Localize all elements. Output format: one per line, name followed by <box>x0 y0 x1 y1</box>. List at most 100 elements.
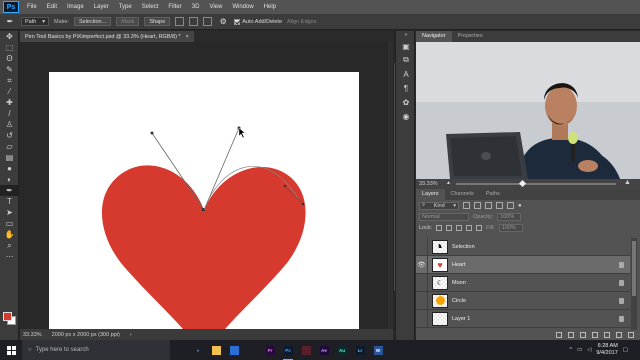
chrome-icon[interactable] <box>244 340 260 360</box>
marquee-tool-icon[interactable]: ⬚ <box>0 42 19 53</box>
path-mode-select[interactable]: Path ▾ <box>21 17 49 26</box>
tab-paths[interactable]: Paths <box>480 189 506 200</box>
menu-view[interactable]: View <box>204 0 227 14</box>
quick-select-icon[interactable]: ✎ <box>0 64 19 75</box>
edge-icon[interactable]: e <box>190 340 206 360</box>
history-brush-icon[interactable]: ↺ <box>0 130 19 141</box>
make-shape-button[interactable]: Shape <box>144 17 171 26</box>
navigator-zoom-value[interactable]: 33.33% <box>419 181 438 187</box>
menu-filter[interactable]: Filter <box>163 0 186 14</box>
menu-help[interactable]: Help <box>259 0 281 14</box>
path-alignment-icon[interactable] <box>189 17 199 26</box>
document-tab[interactable]: Pen Tool Basics by PiXimperfect.psd @ 33… <box>20 31 194 42</box>
new-group-icon[interactable] <box>604 332 610 338</box>
blend-mode-select[interactable]: Normal <box>419 212 469 221</box>
zoom-out-icon[interactable]: ▴ <box>447 179 450 186</box>
type-tool-icon[interactable]: T <box>0 196 19 207</box>
character-icon[interactable]: A <box>396 67 416 81</box>
move-tool-icon[interactable]: ✥ <box>0 31 19 42</box>
filter-type-icon[interactable] <box>485 202 492 209</box>
after-effects-icon[interactable]: Ae <box>316 340 332 360</box>
file-explorer-icon[interactable] <box>208 340 224 360</box>
zoom-slider-knob[interactable] <box>518 179 527 188</box>
auto-add-delete-checkbox[interactable]: Auto Add/Delete <box>234 18 282 25</box>
layer-style-icon[interactable] <box>568 332 574 338</box>
lasso-tool-icon[interactable]: ʘ <box>0 53 19 64</box>
delete-layer-icon[interactable] <box>628 332 634 338</box>
panel-collapse-icon[interactable]: » <box>396 31 416 39</box>
clone-stamp-icon[interactable]: ♙ <box>0 119 19 130</box>
lightroom-icon[interactable]: Lr <box>352 340 368 360</box>
add-mask-icon[interactable] <box>580 332 586 338</box>
canvas-area[interactable] <box>20 42 388 329</box>
photoshop-icon[interactable]: Ps <box>280 340 296 360</box>
premiere-icon[interactable]: Pr <box>262 340 278 360</box>
handle-point[interactable] <box>150 131 154 135</box>
navigator-preview[interactable] <box>416 42 640 179</box>
lock-position-icon[interactable] <box>456 224 463 231</box>
zoom-in-icon[interactable]: ▲ <box>624 179 631 186</box>
visibility-toggle[interactable] <box>416 238 428 256</box>
lock-all-icon[interactable] <box>476 224 483 231</box>
eyedropper-icon[interactable]: ⁄ <box>0 86 19 97</box>
opacity-input[interactable]: 100% <box>497 212 522 221</box>
layer-row-moon[interactable]: ☾ Moon <box>416 273 630 292</box>
menu-file[interactable]: File <box>22 0 42 14</box>
visibility-toggle[interactable] <box>416 309 428 328</box>
path-select-icon[interactable]: ➤ <box>0 207 19 218</box>
filter-smart-object-icon[interactable] <box>507 202 514 209</box>
taskbar-search[interactable]: ○ Type here to search <box>22 340 170 360</box>
zoom-tool-icon[interactable]: ⌕ <box>0 240 19 251</box>
network-icon[interactable]: ▭ <box>577 347 582 353</box>
video-icon[interactable] <box>298 340 314 360</box>
filter-adjustment-icon[interactable] <box>474 202 481 209</box>
menu-layer[interactable]: Layer <box>89 0 114 14</box>
tab-navigator[interactable]: Navigator <box>416 31 452 42</box>
path-operations-icon[interactable] <box>175 17 185 26</box>
layer-row-circle[interactable]: Circle <box>416 291 630 310</box>
make-mask-button[interactable]: Mask <box>116 17 140 26</box>
visibility-toggle[interactable] <box>416 291 428 310</box>
path-arrangement-icon[interactable] <box>203 17 213 26</box>
task-view-icon[interactable] <box>172 340 188 360</box>
close-icon[interactable]: × <box>186 34 189 40</box>
healing-brush-icon[interactable]: ✚ <box>0 97 19 108</box>
layer-row-layer-1[interactable]: Layer 1 <box>416 309 630 328</box>
menu-image[interactable]: Image <box>62 0 89 14</box>
filter-toggle-icon[interactable]: ● <box>518 203 522 209</box>
notifications-icon[interactable]: ▢ <box>623 347 628 353</box>
menu-type[interactable]: Type <box>114 0 137 14</box>
new-layer-icon[interactable] <box>616 332 622 338</box>
windows-start-icon[interactable] <box>0 340 22 360</box>
gear-icon[interactable]: ⚙ <box>217 16 229 27</box>
lock-transparency-icon[interactable] <box>436 224 443 231</box>
tab-layers[interactable]: Layers <box>416 189 445 200</box>
lock-pixels-icon[interactable] <box>446 224 453 231</box>
handle-point[interactable] <box>301 202 305 206</box>
pen-tool-icon[interactable]: ✒ <box>4 16 16 27</box>
volume-icon[interactable]: ◁ <box>587 347 591 353</box>
eraser-icon[interactable]: ▱ <box>0 141 19 152</box>
lock-artboard-icon[interactable] <box>466 224 473 231</box>
adjustment-layer-icon[interactable] <box>592 332 598 338</box>
filter-shape-icon[interactable] <box>496 202 503 209</box>
actions-icon[interactable]: ◉ <box>396 109 416 123</box>
link-layers-icon[interactable] <box>556 332 562 338</box>
history-icon[interactable]: ▣ <box>396 39 416 53</box>
more-tools-icon[interactable]: ⋯ <box>0 251 19 262</box>
clock[interactable]: 6:28 AM 9/4/2017 <box>596 343 617 357</box>
menu-window[interactable]: Window <box>227 0 258 14</box>
layer-kind-select[interactable]: ⌕ Kind ▾ <box>419 201 459 210</box>
tab-properties[interactable]: Properties <box>452 31 489 42</box>
menu-edit[interactable]: Edit <box>42 0 62 14</box>
crop-tool-icon[interactable]: ⌗ <box>0 75 19 86</box>
scrollbar-thumb[interactable] <box>632 241 636 296</box>
filter-pixel-icon[interactable] <box>463 202 470 209</box>
document-canvas[interactable] <box>49 72 359 329</box>
zoom-slider[interactable] <box>456 183 616 185</box>
brush-tool-icon[interactable]: / <box>0 108 19 119</box>
menu-select[interactable]: Select <box>137 0 164 14</box>
menu-3d[interactable]: 3D <box>187 0 205 14</box>
tab-channels[interactable]: Channels <box>445 189 480 200</box>
make-selection-button[interactable]: Selection... <box>73 17 112 26</box>
